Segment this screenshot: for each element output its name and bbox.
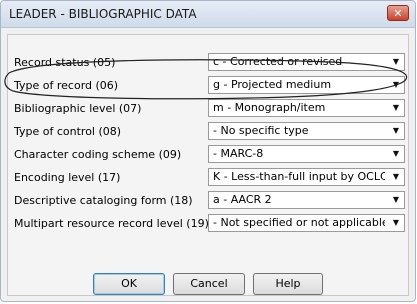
character-coding-scheme-value: - MARC-8 <box>213 147 264 160</box>
chevron-down-icon: ▼ <box>392 103 400 112</box>
character-coding-scheme-row: Character coding scheme (09) - MARC-8 ▼ <box>8 144 408 164</box>
chevron-down-icon: ▼ <box>392 195 400 204</box>
title-bar[interactable]: LEADER - BIBLIOGRAPHIC DATA ✕ <box>1 1 415 28</box>
multipart-resource-label: Multipart resource record level (19) <box>14 217 209 230</box>
bibliographic-level-select[interactable]: m - Monograph/item ▼ <box>208 99 405 117</box>
type-of-control-label: Type of control (08) <box>14 125 122 138</box>
cancel-button[interactable]: Cancel <box>173 273 245 295</box>
chevron-down-icon: ▼ <box>392 126 400 135</box>
type-of-record-select[interactable]: g - Projected medium ▼ <box>208 76 405 94</box>
character-coding-scheme-select[interactable]: - MARC-8 ▼ <box>208 145 405 163</box>
type-of-record-label: Type of record (06) <box>14 79 119 92</box>
encoding-level-row: Encoding level (17) K - Less-than-full i… <box>8 167 408 187</box>
descriptive-cataloging-form-row: Descriptive cataloging form (18) a - AAC… <box>8 190 408 210</box>
close-icon: ✕ <box>393 7 403 20</box>
multipart-resource-row: Multipart resource record level (19) - N… <box>8 213 408 233</box>
descriptive-cataloging-form-label: Descriptive cataloging form (18) <box>14 194 193 207</box>
multipart-resource-select[interactable]: - Not specified or not applicable ▼ <box>208 214 405 232</box>
record-status-label: Record status (05) <box>14 56 116 69</box>
chevron-down-icon: ▼ <box>392 149 400 158</box>
encoding-level-label: Encoding level (17) <box>14 171 121 184</box>
record-status-select[interactable]: c - Corrected or revised ▼ <box>208 53 405 71</box>
multipart-resource-value: - Not specified or not applicable <box>213 216 385 229</box>
descriptive-cataloging-form-value: a - AACR 2 <box>213 193 272 206</box>
fields-panel: Record status (05) c - Corrected or revi… <box>7 34 409 296</box>
type-of-control-row: Type of control (08) - No specific type … <box>8 121 408 141</box>
ok-button[interactable]: OK <box>93 273 165 295</box>
bibliographic-level-value: m - Monograph/item <box>213 101 326 114</box>
bibliographic-level-row: Bibliographic level (07) m - Monograph/i… <box>8 98 408 118</box>
record-status-value: c - Corrected or revised <box>213 55 343 68</box>
encoding-level-select[interactable]: K - Less-than-full input by OCLC par ▼ <box>208 168 405 186</box>
chevron-down-icon: ▼ <box>392 172 400 181</box>
descriptive-cataloging-form-select[interactable]: a - AACR 2 ▼ <box>208 191 405 209</box>
help-button[interactable]: Help <box>253 273 323 295</box>
dialog-title: LEADER - BIBLIOGRAPHIC DATA <box>9 7 197 21</box>
encoding-level-value: K - Less-than-full input by OCLC par <box>213 170 385 183</box>
close-button[interactable]: ✕ <box>387 5 409 21</box>
type-of-control-value: - No specific type <box>213 124 309 137</box>
bibliographic-data-dialog: LEADER - BIBLIOGRAPHIC DATA ✕ Record sta… <box>0 0 416 302</box>
character-coding-scheme-label: Character coding scheme (09) <box>14 148 182 161</box>
chevron-down-icon: ▼ <box>392 80 400 89</box>
type-of-control-select[interactable]: - No specific type ▼ <box>208 122 405 140</box>
record-status-row: Record status (05) c - Corrected or revi… <box>8 52 408 72</box>
type-of-record-value: g - Projected medium <box>213 78 332 91</box>
chevron-down-icon: ▼ <box>392 57 400 66</box>
chevron-down-icon: ▼ <box>392 218 400 227</box>
type-of-record-row: Type of record (06) g - Projected medium… <box>8 75 408 95</box>
bibliographic-level-label: Bibliographic level (07) <box>14 102 142 115</box>
